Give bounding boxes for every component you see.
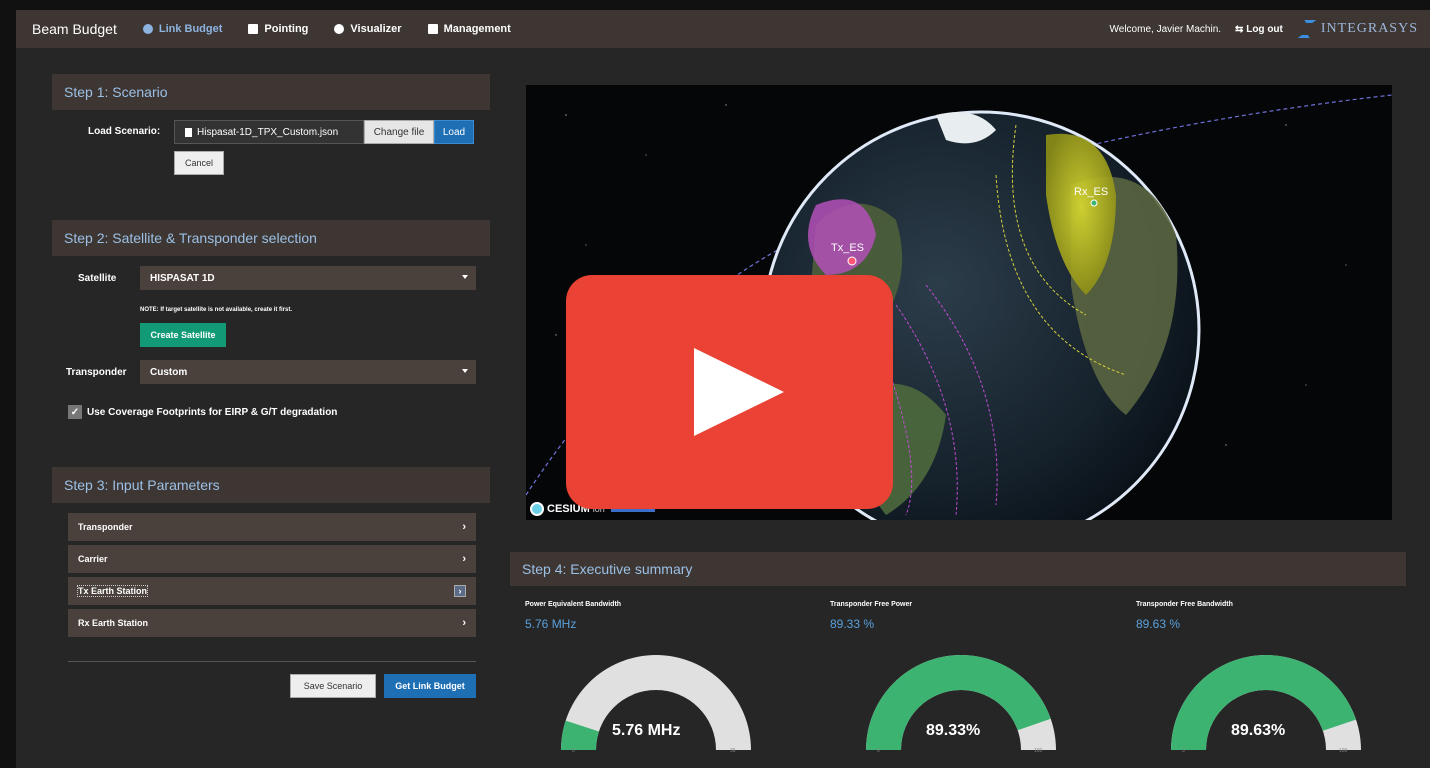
satellite-note: NOTE: If target satellite is not availab… [140, 307, 293, 313]
file-icon [185, 127, 192, 137]
get-link-budget-button[interactable]: Get Link Budget [384, 674, 476, 698]
logout-link[interactable]: ⇆ Log out [1235, 24, 1283, 35]
transponder-value: Custom [150, 366, 188, 378]
brand-title[interactable]: Beam Budget [32, 21, 117, 37]
globe-icon [142, 24, 153, 34]
gauge-title-free-power: Transponder Free Power [830, 601, 913, 608]
step4-header: Step 4: Executive summary [510, 552, 1406, 586]
chevron-right-icon: › [462, 617, 466, 629]
chevron-right-icon: › [462, 521, 466, 533]
accordion-tx-earth-station-label: Tx Earth Station [76, 585, 149, 597]
antenna-icon [248, 24, 259, 34]
chevron-down-icon [462, 275, 468, 279]
gauge-value-peb: 5.76 MHz [525, 617, 577, 631]
gauge-max-peb: 36 [730, 748, 736, 754]
integrasys-logo: INTEGRASYS [1297, 20, 1418, 38]
nav-management-label: Management [443, 23, 511, 35]
play-icon [693, 348, 784, 436]
accordion-tx-earth-station[interactable]: Tx Earth Station › [68, 577, 476, 605]
chevron-right-icon: › [454, 585, 466, 597]
tx-es-label: Tx_ES [831, 242, 864, 254]
scenario-file-name: Hispasat-1D_TPX_Custom.json [197, 126, 339, 138]
cancel-button[interactable]: Cancel [174, 151, 224, 175]
gauge-label-free-power: 89.33% [926, 722, 981, 739]
rx-station-marker [1090, 199, 1098, 207]
gauge-value-free-power: 89.33 % [830, 617, 875, 631]
chevron-down-icon [462, 369, 468, 373]
satellite-label: Satellite [78, 273, 117, 284]
accordion-rx-earth-station-label: Rx Earth Station [78, 618, 149, 628]
video-play-button[interactable] [566, 275, 893, 509]
nav-pointing[interactable]: Pointing [248, 23, 308, 35]
compass-icon [334, 24, 345, 34]
gauge-title-peb: Power Equivalent Bandwidth [525, 601, 622, 608]
accordion-carrier-label: Carrier [78, 554, 108, 564]
nav-visualizer[interactable]: Visualizer [334, 23, 402, 35]
nav-management[interactable]: Management [427, 23, 511, 35]
gauge-label-free-bw: 89.63% [1231, 722, 1286, 739]
change-file-button[interactable]: Change file [364, 120, 434, 144]
gauge-max-free-bw: 100 [1339, 748, 1348, 754]
divider [68, 661, 476, 662]
gauge-min-peb: 0 [572, 748, 575, 754]
nav-link-budget[interactable]: Link Budget [142, 23, 223, 35]
logout-label: Log out [1246, 23, 1283, 35]
accordion-transponder[interactable]: Transponder › [68, 513, 476, 541]
step1-header: Step 1: Scenario [52, 74, 490, 110]
transponder-select[interactable]: Custom [140, 360, 476, 384]
step3-header: Step 3: Input Parameters [52, 467, 490, 503]
coverage-checkbox-label: Use Coverage Footprints for EIRP & G/T d… [87, 406, 338, 418]
coverage-checkbox-row[interactable]: ✓ Use Coverage Footprints for EIRP & G/T… [68, 405, 337, 419]
top-nav: Beam Budget Link Budget Pointing Visuali… [16, 10, 1430, 48]
gauge-value-free-bw: 89.63 % [1136, 617, 1181, 631]
rx-es-label: Rx_ES [1074, 186, 1108, 198]
gauge-min-free-bw: 0 [1182, 748, 1185, 754]
gauge-title-free-bw: Transponder Free Bandwidth [1136, 601, 1233, 608]
lock-icon [427, 24, 438, 34]
coverage-checkbox[interactable]: ✓ [68, 405, 82, 419]
transponder-label: Transponder [66, 367, 127, 378]
accordion-carrier[interactable]: Carrier › [68, 545, 476, 573]
welcome-text: Welcome, Javier Machin. [1109, 23, 1222, 35]
logo-icon [1297, 20, 1317, 38]
gauge-min-free-power: 0 [877, 748, 880, 754]
save-scenario-button[interactable]: Save Scenario [290, 674, 376, 698]
accordion-transponder-label: Transponder [78, 522, 133, 532]
scenario-file-field[interactable]: Hispasat-1D_TPX_Custom.json [174, 120, 364, 144]
nav-pointing-label: Pointing [264, 23, 309, 35]
accordion-rx-earth-station[interactable]: Rx Earth Station › [68, 609, 476, 637]
load-button[interactable]: Load [434, 120, 474, 144]
step2-header: Step 2: Satellite & Transponder selectio… [52, 220, 490, 256]
create-satellite-button[interactable]: Create Satellite [140, 323, 226, 347]
user-area: Welcome, Javier Machin. ⇆ Log out INTEGR… [1110, 10, 1418, 48]
step4-title: Step 4: Executive summary [522, 561, 693, 577]
gauge-max-free-power: 100 [1034, 748, 1043, 754]
nav-link-budget-label: Link Budget [158, 23, 223, 35]
chevron-right-icon: › [462, 553, 466, 565]
satellite-value: HISPASAT 1D [150, 272, 215, 284]
tx-station-marker [847, 256, 857, 266]
gauge-label-peb: 5.76 MHz [612, 722, 681, 739]
step3-title: Step 3: Input Parameters [64, 477, 220, 493]
logo-text: INTEGRASYS [1320, 21, 1418, 36]
satellite-select[interactable]: HISPASAT 1D [140, 266, 476, 290]
load-scenario-label: Load Scenario: [88, 126, 161, 137]
step2-title: Step 2: Satellite & Transponder selectio… [64, 230, 317, 246]
step1-title: Step 1: Scenario [64, 84, 168, 100]
nav-visualizer-label: Visualizer [350, 23, 402, 35]
cesium-logo-icon [530, 502, 544, 516]
